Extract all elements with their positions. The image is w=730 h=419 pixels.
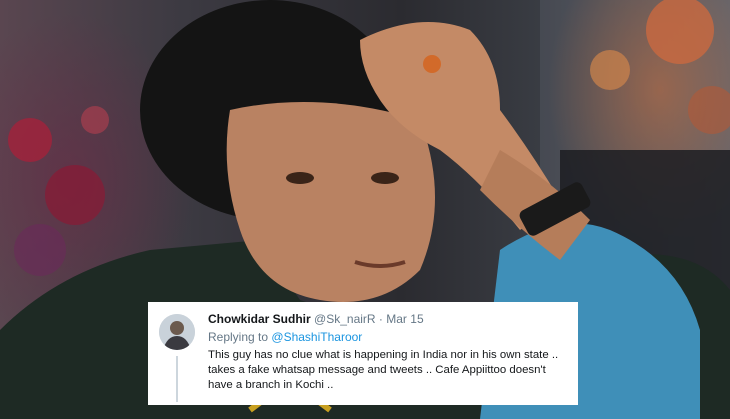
header-separator: · xyxy=(378,312,383,326)
user-handle[interactable]: @Sk_nairR xyxy=(314,312,376,326)
replying-to-label: Replying to xyxy=(208,330,269,344)
tweet-header: Chowkidar Sudhir @Sk_nairR · Mar 15 xyxy=(208,312,568,327)
tweet-text: This guy has no clue what is happening i… xyxy=(208,349,559,391)
replying-to-line: Replying to @ShashiTharoor xyxy=(208,329,568,345)
replying-to-mention[interactable]: @ShashiTharoor xyxy=(271,330,362,344)
tweet-card[interactable]: Chowkidar Sudhir @Sk_nairR · Mar 15 Repl… xyxy=(148,302,578,405)
person-eye-right xyxy=(371,172,399,184)
screenshot-scene: Chowkidar Sudhir @Sk_nairR · Mar 15 Repl… xyxy=(0,0,730,419)
person-eye-left xyxy=(286,172,314,184)
thread-line xyxy=(176,356,178,402)
avatar-icon xyxy=(159,314,195,350)
user-avatar[interactable] xyxy=(159,314,195,350)
flowers-left xyxy=(8,106,109,276)
display-name[interactable]: Chowkidar Sudhir xyxy=(208,312,311,326)
ring xyxy=(423,55,441,73)
tweet-date[interactable]: Mar 15 xyxy=(386,312,423,326)
